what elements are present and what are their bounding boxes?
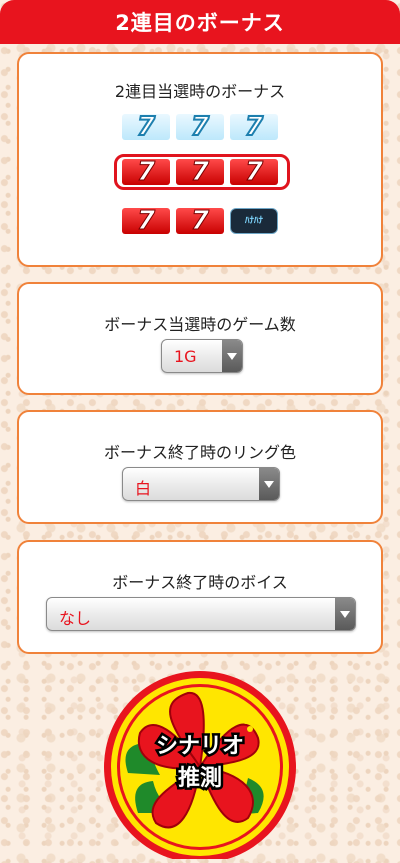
hibiscus-badge-icon: シナリオ 推測 (104, 671, 296, 863)
voice-card: ボーナス終了時のボイス なし (17, 540, 383, 654)
game-count-title: ボーナス当選時のゲーム数 (104, 315, 296, 334)
scenario-predict-button[interactable]: シナリオ 推測 (98, 663, 302, 863)
red-seven-symbol: 7 (176, 159, 224, 186)
bonus-option-red-777[interactable]: 7 7 7 (122, 159, 278, 186)
chevron-down-icon (259, 468, 279, 500)
voice-title: ボーナス終了時のボイス (112, 573, 288, 592)
hana-logo-icon: ﾊﾅﾊﾅ (230, 208, 278, 234)
game-count-select[interactable]: 1G (161, 339, 243, 373)
ring-color-card: ボーナス終了時のリング色 白 (17, 410, 383, 524)
red-seven-symbol: 7 (230, 159, 278, 186)
bonus-option-red-77-logo[interactable]: 7 7 ﾊﾅﾊﾅ (122, 208, 278, 235)
voice-select[interactable]: なし (46, 597, 356, 631)
blue-seven-symbol: 7 (176, 113, 224, 141)
ring-color-title: ボーナス終了時のリング色 (103, 443, 296, 462)
ring-color-value: 白 (135, 479, 152, 498)
bonus-option-blue-777[interactable]: 7 7 7 (122, 113, 278, 141)
page-header: 2連目のボーナス (0, 0, 400, 44)
game-count-value: 1G (174, 347, 197, 366)
game-count-card: ボーナス当選時のゲーム数 1G (17, 282, 383, 395)
red-seven-symbol: 7 (122, 159, 170, 186)
chevron-down-icon (222, 340, 242, 372)
ring-color-select[interactable]: 白 (122, 467, 280, 501)
red-seven-symbol: 7 (122, 208, 170, 235)
bonus-type-card: 2連目当選時のボーナス 7 7 7 7 7 7 7 7 ﾊﾅﾊﾅ (17, 52, 383, 267)
scenario-line2: 推測 (178, 766, 222, 791)
voice-value: なし (59, 609, 92, 628)
scenario-line1: シナリオ (156, 734, 244, 759)
chevron-down-icon (335, 598, 355, 630)
red-seven-symbol: 7 (176, 208, 224, 235)
blue-seven-symbol: 7 (122, 113, 170, 141)
page-title: 2連目のボーナス (115, 11, 285, 35)
bonus-type-title: 2連目当選時のボーナス (114, 82, 286, 101)
blue-seven-symbol: 7 (230, 113, 278, 141)
